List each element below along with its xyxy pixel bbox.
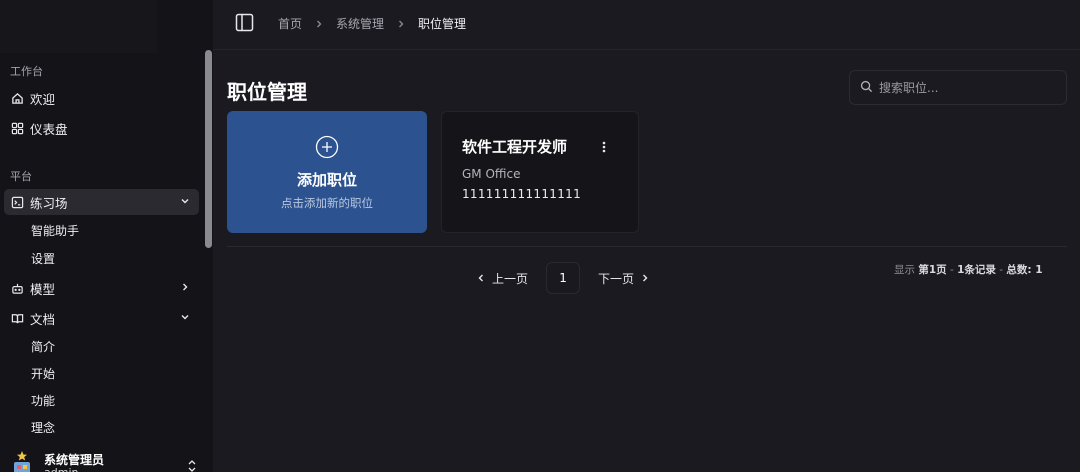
user-login: admin	[44, 466, 78, 472]
sidebar-toggle-icon[interactable]	[235, 13, 254, 32]
pagination-info-total: 总数: 1	[1006, 264, 1043, 276]
position-code: 111111111111111	[462, 187, 582, 201]
pagination-info-sep: -	[946, 264, 958, 276]
sidebar-subitem-features[interactable]: 功能	[31, 392, 55, 409]
book-open-icon	[10, 311, 24, 325]
sidebar-subitem-start[interactable]: 开始	[31, 365, 55, 382]
plus-circle-icon	[315, 135, 339, 159]
sidebar-subitem-settings[interactable]: 设置	[31, 250, 55, 267]
sidebar-subitem-intro[interactable]: 简介	[31, 338, 55, 355]
position-name: 软件工程开发师	[462, 138, 568, 156]
position-card[interactable]: 软件工程开发师 GM Office 111111111111111	[441, 111, 639, 233]
user-menu[interactable]: 系统管理员 admin	[0, 436, 213, 472]
add-card-title: 添加职位	[296, 171, 357, 189]
avatar	[10, 450, 34, 472]
sidebar-section-platform: 平台	[10, 170, 32, 183]
sidebar-logo-area	[0, 0, 157, 53]
chevrons-up-down-icon[interactable]	[186, 458, 198, 472]
search-box[interactable]	[849, 70, 1067, 105]
sidebar-item-label: 练习场	[30, 195, 68, 211]
breadcrumb-home[interactable]: 首页	[278, 15, 302, 32]
next-page-button[interactable]: 下一页	[592, 270, 656, 287]
chevron-down-icon	[179, 311, 191, 323]
chevron-down-icon	[179, 195, 191, 207]
sidebar-item-label: 欢迎	[30, 91, 56, 107]
sidebar-item-docs[interactable]: 文档	[4, 305, 199, 331]
pagination-info-sep: -	[995, 264, 1007, 276]
sidebar-section-workspace: 工作台	[10, 65, 43, 78]
sidebar-item-welcome[interactable]: 欢迎	[4, 85, 199, 111]
chevron-right-icon	[640, 273, 650, 283]
dashboard-icon	[10, 121, 24, 135]
sidebar-item-label: 文档	[30, 311, 56, 327]
terminal-icon	[10, 195, 24, 209]
chevron-right-icon	[314, 19, 324, 29]
breadcrumb: 首页 系统管理 职位管理	[278, 15, 466, 32]
breadcrumb-current: 职位管理	[418, 17, 467, 31]
home-icon	[10, 91, 24, 105]
sidebar-subitem-assistant[interactable]: 智能助手	[31, 222, 79, 239]
sidebar-item-models[interactable]: 模型	[4, 275, 199, 301]
add-card-subtitle: 点击添加新的职位	[281, 196, 373, 210]
page-title: 职位管理	[227, 80, 307, 104]
search-icon	[860, 78, 873, 97]
sidebar-item-dashboard[interactable]: 仪表盘	[4, 115, 199, 141]
sidebar-scrollbar[interactable]	[205, 50, 212, 248]
search-input[interactable]	[879, 80, 1059, 95]
pagination-info-records: 1条记录	[957, 264, 996, 276]
bot-icon	[10, 281, 24, 295]
prev-page-button[interactable]: 上一页	[470, 270, 534, 287]
position-department: GM Office	[462, 167, 521, 181]
next-page-label: 下一页	[598, 271, 635, 286]
pagination: 上一页 1 下一页	[470, 262, 656, 294]
pagination-info: 显示 第1页 - 1条记录 - 总数: 1	[894, 262, 1043, 277]
page-number-button[interactable]: 1	[546, 262, 581, 294]
chevron-left-icon	[476, 273, 486, 283]
sidebar-item-label: 模型	[30, 281, 56, 297]
chevron-right-icon	[396, 19, 406, 29]
pagination-info-prefix: 显示	[894, 264, 919, 276]
sidebar-item-label: 仪表盘	[30, 121, 68, 137]
top-header: 首页 系统管理 职位管理	[213, 0, 1080, 50]
divider	[227, 246, 1067, 247]
add-position-card[interactable]: 添加职位 点击添加新的职位	[227, 111, 427, 233]
sidebar: 工作台 欢迎 仪表盘 平台 练习场 智能助手 设置 模型 文档 简介 开始 功能…	[0, 0, 213, 472]
sidebar-subitem-concepts[interactable]: 理念	[31, 419, 55, 436]
breadcrumb-system[interactable]: 系统管理	[336, 15, 384, 32]
sidebar-item-practice[interactable]: 练习场	[4, 189, 199, 215]
chevron-right-icon	[179, 281, 191, 293]
pagination-info-page: 第1页	[918, 264, 947, 276]
more-vertical-icon[interactable]	[600, 139, 608, 153]
prev-page-label: 上一页	[492, 271, 529, 286]
